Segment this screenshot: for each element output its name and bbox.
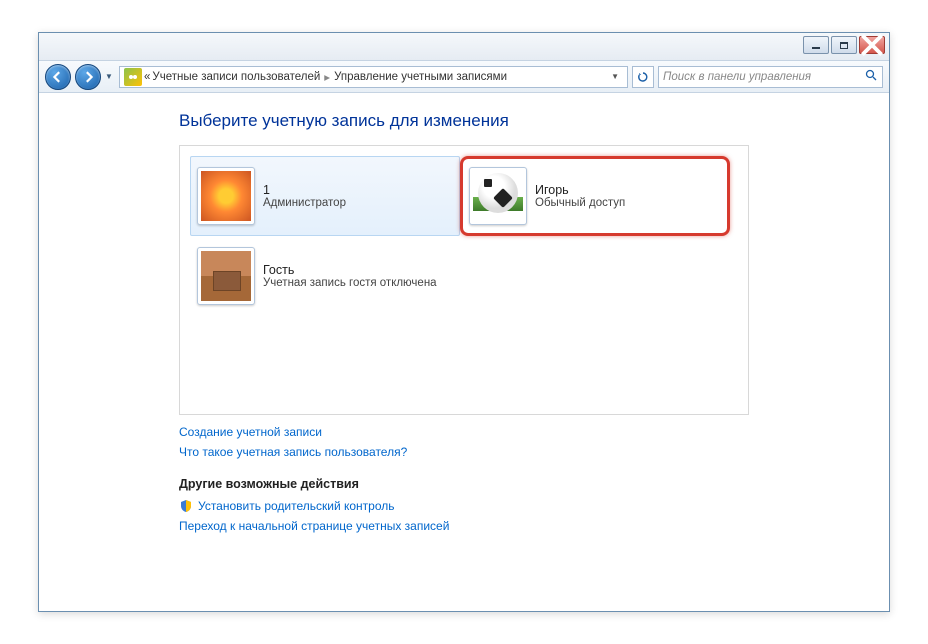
page-title: Выберите учетную запись для изменения — [179, 111, 889, 131]
links-section: Создание учетной записи Что такое учетна… — [179, 425, 889, 459]
account-info: Игорь Обычный доступ — [535, 183, 625, 209]
maximize-button[interactable] — [831, 36, 857, 54]
account-name: Игорь — [535, 183, 625, 197]
back-button[interactable] — [45, 64, 71, 90]
accounts-list: 1 Администратор Игорь Обычный доступ — [179, 145, 749, 415]
account-name: Гость — [263, 263, 437, 277]
suitcase-icon — [201, 251, 251, 301]
account-info: Гость Учетная запись гостя отключена — [263, 263, 437, 289]
navbar: ▼ « Учетные записи пользователей ▸ Управ… — [39, 61, 889, 93]
avatar — [197, 247, 255, 305]
account-info: 1 Администратор — [263, 183, 346, 209]
close-button[interactable] — [859, 36, 885, 54]
account-item-admin[interactable]: 1 Администратор — [190, 156, 460, 236]
create-account-link[interactable]: Создание учетной записи — [179, 425, 889, 439]
avatar — [197, 167, 255, 225]
breadcrumb-dropdown-icon[interactable]: ▼ — [607, 72, 623, 81]
account-item-guest[interactable]: Гость Учетная запись гостя отключена — [190, 236, 460, 316]
accounts-home-link[interactable]: Переход к начальной странице учетных зап… — [179, 519, 889, 533]
breadcrumb[interactable]: « Учетные записи пользователей ▸ Управле… — [119, 66, 628, 88]
flower-icon — [201, 171, 251, 221]
breadcrumb-separator-icon: ▸ — [322, 70, 332, 84]
search-placeholder: Поиск в панели управления — [663, 71, 865, 83]
breadcrumb-prefix: « — [144, 71, 150, 83]
nav-history-dropdown[interactable]: ▼ — [105, 72, 115, 81]
what-is-account-link[interactable]: Что такое учетная запись пользователя? — [179, 445, 889, 459]
parental-control-label: Установить родительский контроль — [198, 499, 395, 513]
soccer-ball-icon — [478, 173, 518, 213]
parental-control-link[interactable]: Установить родительский контроль — [179, 499, 889, 513]
account-name: 1 — [263, 183, 346, 197]
account-item-user[interactable]: Игорь Обычный доступ — [460, 156, 730, 236]
account-role: Администратор — [263, 197, 346, 209]
content-area: Выберите учетную запись для изменения 1 … — [39, 93, 889, 533]
control-panel-window: ▼ « Учетные записи пользователей ▸ Управ… — [38, 32, 890, 612]
avatar — [469, 167, 527, 225]
forward-button[interactable] — [75, 64, 101, 90]
search-icon[interactable] — [865, 69, 878, 85]
shield-icon — [179, 499, 193, 513]
account-role: Обычный доступ — [535, 197, 625, 209]
search-input[interactable]: Поиск в панели управления — [658, 66, 883, 88]
account-role: Учетная запись гостя отключена — [263, 277, 437, 289]
control-panel-icon — [124, 68, 142, 86]
breadcrumb-item[interactable]: Управление учетными записями — [334, 71, 507, 83]
titlebar — [39, 33, 889, 61]
minimize-button[interactable] — [803, 36, 829, 54]
other-actions-heading: Другие возможные действия — [179, 477, 889, 491]
refresh-button[interactable] — [632, 66, 654, 88]
breadcrumb-item[interactable]: Учетные записи пользователей — [152, 71, 320, 83]
